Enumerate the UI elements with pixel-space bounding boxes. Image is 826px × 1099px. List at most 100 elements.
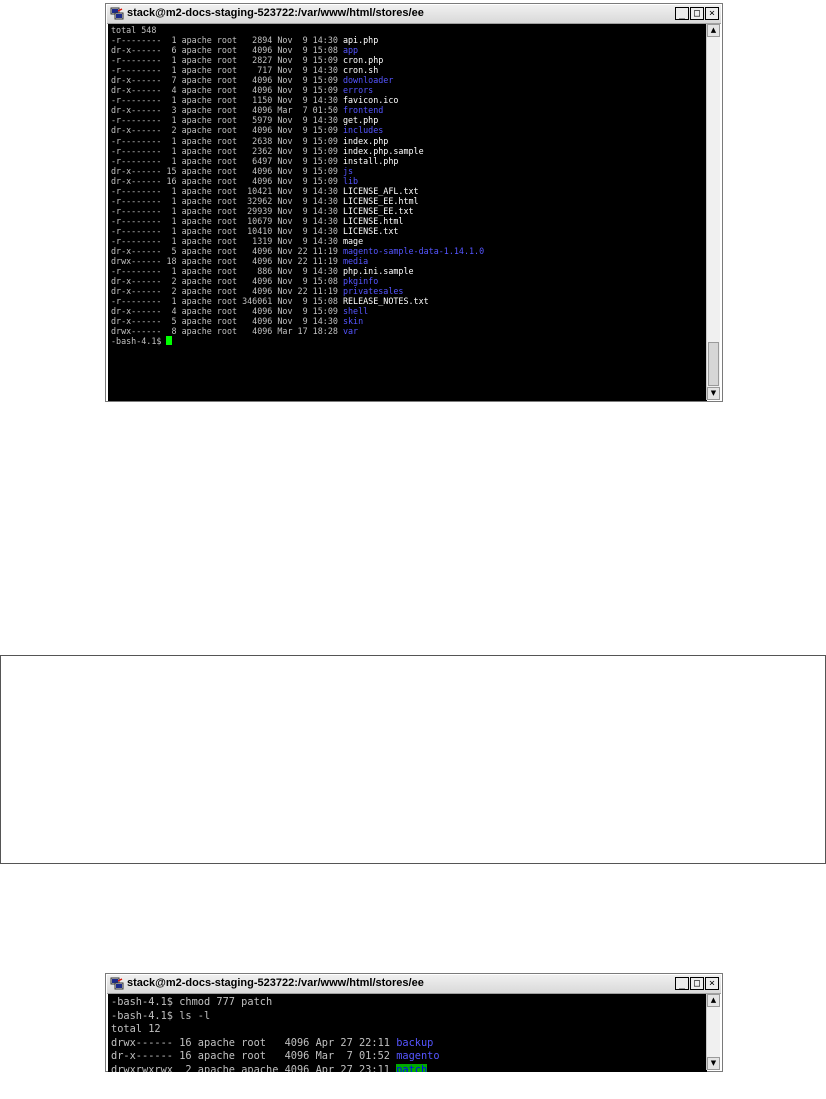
permissions: drwx------ [111,1036,173,1049]
terminal-line: dr-x------ 16 apache root 4096 Nov 9 15:… [108,176,707,186]
scroll-up-arrow-icon[interactable]: ▲ [707,994,720,1007]
permissions: dr-x------ [111,175,162,186]
vertical-scrollbar[interactable]: ▲ ▼ [706,994,720,1070]
file-details: 1 apache root 346061 Nov 9 15:08 [161,296,343,307]
directory-name: frontend [342,105,384,116]
file-details: 3 apache root 4096 Mar 7 01:50 [161,105,343,116]
file-details: 5 apache root 4096 Nov 22 11:19 [161,246,343,257]
window-title: stack@m2-docs-staging-523722:/var/www/ht… [127,977,424,989]
terminal-line: -r-------- 1 apache root 346061 Nov 9 15… [108,296,707,306]
file-details: 7 apache root 4096 Nov 9 15:09 [161,75,343,86]
file-name: install.php [342,155,399,166]
file-details: 8 apache root 4096 Mar 17 18:28 [161,326,343,337]
terminal-window-2: stack@m2-docs-staging-523722:/var/www/ht… [105,973,723,1072]
terminal-line: -r-------- 1 apache root 32962 Nov 9 14:… [108,196,707,206]
permissions: -r-------- [111,235,162,246]
file-details: 18 apache root 4096 Nov 22 11:19 [161,256,343,267]
terminal-line: -r-------- 1 apache root 2362 Nov 9 15:0… [108,146,707,156]
file-name: favicon.ico [342,95,399,106]
permissions: -r-------- [111,185,162,196]
file-details: 1 apache root 2638 Nov 9 15:09 [161,135,343,146]
permissions: -r-------- [111,296,162,307]
terminal-line: dr-x------ 15 apache root 4096 Nov 9 15:… [108,166,707,176]
directory-name: backup [396,1036,434,1049]
vertical-scrollbar[interactable]: ▲ ▼ [706,24,720,400]
title-bar[interactable]: stack@m2-docs-staging-523722:/var/www/ht… [107,5,721,24]
file-details: 1 apache root 886 Nov 9 14:30 [161,266,343,277]
terminal-line: dr-x------ 4 apache root 4096 Nov 9 15:0… [108,306,707,316]
permissions: -r-------- [111,225,162,236]
file-name: php.ini.sample [342,266,414,277]
permissions: dr-x------ [111,276,162,287]
permissions: -r-------- [111,155,162,166]
terminal-line: -r-------- 1 apache root 10421 Nov 9 14:… [108,186,707,196]
permissions: -r-------- [111,195,162,206]
permissions: dr-x------ [111,125,162,136]
permissions: -r-------- [111,55,162,66]
permissions: dr-x------ [111,165,162,176]
scroll-thumb[interactable] [708,342,719,386]
scroll-down-arrow-icon[interactable]: ▼ [707,1057,720,1070]
shell-prompt: -bash-4.1$ [108,336,707,346]
permissions: drwx------ [111,256,162,267]
prompt-text: -bash-4.1$ [111,336,167,347]
maximize-button[interactable]: □ [690,7,704,20]
file-details: 1 apache root 32962 Nov 9 14:30 [161,195,343,206]
file-details: 15 apache root 4096 Nov 9 15:09 [161,165,343,176]
file-details: 5 apache root 4096 Nov 9 14:30 [161,316,343,327]
terminal-line: total 548 [108,25,707,35]
permissions: -r-------- [111,95,162,106]
directory-name: downloader [342,75,394,86]
terminal-line: dr-x------ 3 apache root 4096 Mar 7 01:5… [108,105,707,115]
permissions: drwx------ [111,326,162,337]
terminal-line: -r-------- 1 apache root 6497 Nov 9 15:0… [108,156,707,166]
terminal-line: dr-x------ 6 apache root 4096 Nov 9 15:0… [108,45,707,55]
directory-name: var [342,326,359,337]
permissions: dr-x------ [111,85,162,96]
terminal-line: drwxrwxrwx 2 apache apache 4096 Apr 27 2… [108,1063,707,1072]
permissions: -r-------- [111,145,162,156]
directory-name: media [342,256,369,267]
permissions: -r-------- [111,135,162,146]
terminal-line: dr-x------ 2 apache root 4096 Nov 9 15:0… [108,276,707,286]
text-cursor [166,336,173,346]
directory-name: magento-sample-data-1.14.1.0 [342,246,485,257]
directory-name: includes [342,125,384,136]
file-details: 1 apache root 2827 Nov 9 15:09 [161,55,343,66]
title-bar[interactable]: stack@m2-docs-staging-523722:/var/www/ht… [107,975,721,994]
directory-name: skin [342,316,364,327]
file-details: 1 apache root 10410 Nov 9 14:30 [161,225,343,236]
terminal-line: -r-------- 1 apache root 5979 Nov 9 14:3… [108,115,707,125]
close-button[interactable]: × [705,977,719,990]
terminal-screen[interactable]: total 548 -r-------- 1 apache root 2894 N… [108,24,707,401]
permissions: -r-------- [111,205,162,216]
close-button[interactable]: × [705,7,719,20]
terminal-line: drwx------ 16 apache root 4096 Apr 27 22… [108,1037,707,1051]
terminal-line: dr-x------ 16 apache root 4096 Mar 7 01:… [108,1050,707,1064]
file-details: 16 apache root 4096 Nov 9 15:09 [161,175,343,186]
file-name: cron.sh [342,65,379,76]
file-name: LICENSE.txt [342,225,399,236]
terminal-screen[interactable]: -bash-4.1$ chmod 777 patch -bash-4.1$ ls … [108,994,707,1072]
scroll-up-arrow-icon[interactable]: ▲ [707,24,720,37]
file-name: LICENSE_EE.txt [342,205,414,216]
permissions: dr-x------ [111,316,162,327]
minimize-button[interactable]: _ [675,977,689,990]
file-name: LICENSE_AFL.txt [342,185,419,196]
file-name: mage [342,235,364,246]
maximize-button[interactable]: □ [690,977,704,990]
putty-icon [110,977,124,990]
terminal-line: -r-------- 1 apache root 1319 Nov 9 14:3… [108,236,707,246]
terminal-line: -r-------- 1 apache root 10679 Nov 9 14:… [108,216,707,226]
permissions: -r-------- [111,65,162,76]
permissions: dr-x------ [111,1050,173,1063]
permissions: -r-------- [111,115,162,126]
scroll-down-arrow-icon[interactable]: ▼ [707,387,720,400]
terminal-line: drwx------ 18 apache root 4096 Nov 22 11… [108,256,707,266]
minimize-button[interactable]: _ [675,7,689,20]
terminal-line: -r-------- 1 apache root 10410 Nov 9 14:… [108,226,707,236]
output-text: total 12 [111,1023,161,1036]
directory-name: errors [342,85,374,96]
terminal-line: -r-------- 1 apache root 2894 Nov 9 14:3… [108,35,707,45]
file-details: 4 apache root 4096 Nov 9 15:09 [161,85,343,96]
